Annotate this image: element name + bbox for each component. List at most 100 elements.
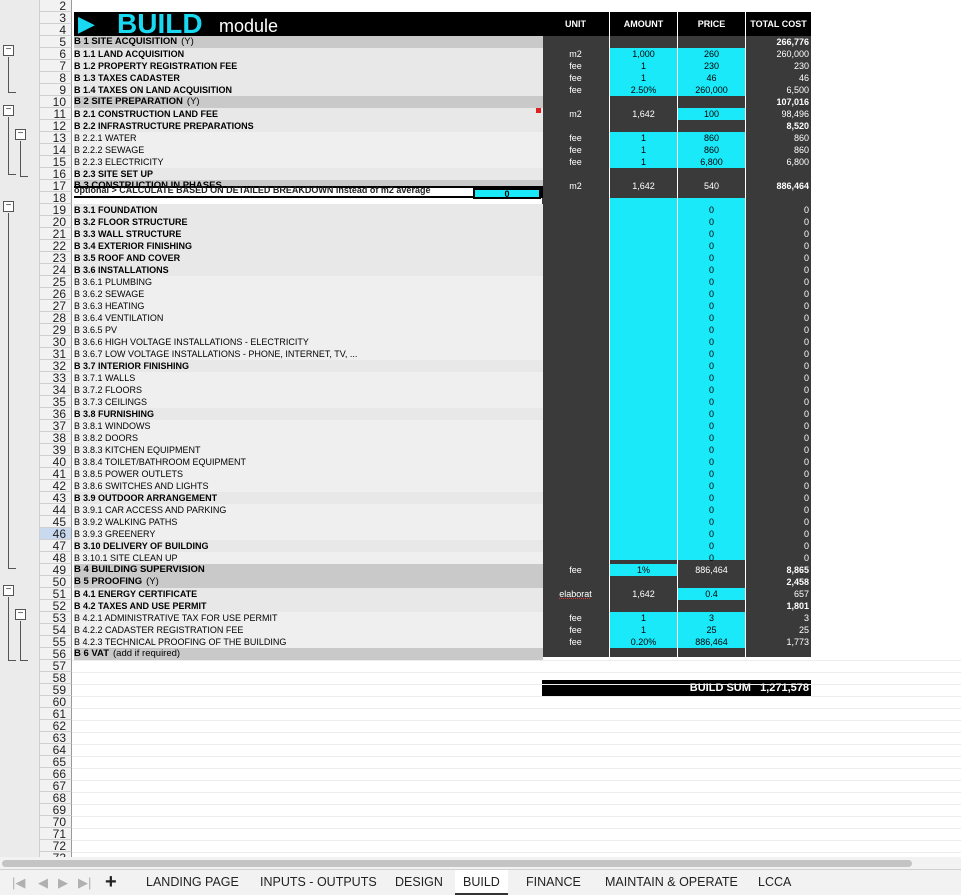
price-cell[interactable]: 0: [678, 408, 745, 420]
amount-cell[interactable]: 1: [610, 132, 677, 144]
row-label[interactable]: B 3.9.1 CAR ACCESS AND PARKING: [74, 504, 543, 516]
total-cell[interactable]: 3: [746, 612, 811, 624]
scrollbar-thumb[interactable]: [2, 860, 912, 867]
total-cell[interactable]: 6,500: [746, 84, 811, 96]
sheet-tab[interactable]: MAINTAIN & OPERATE: [597, 874, 746, 890]
total-cell[interactable]: 260,000: [746, 48, 811, 60]
sheet-tab[interactable]: BUILD: [455, 870, 508, 895]
collapse-group-button[interactable]: −: [3, 105, 14, 116]
total-cell[interactable]: 0: [746, 324, 811, 336]
unit-cell[interactable]: fee: [542, 132, 609, 144]
total-cell[interactable]: 0: [746, 516, 811, 528]
price-cell[interactable]: 0: [678, 444, 745, 456]
row-label[interactable]: B 3.6.5 PV: [74, 324, 543, 336]
unit-cell[interactable]: fee: [542, 624, 609, 636]
total-cell[interactable]: 886,464: [746, 180, 811, 192]
price-cell[interactable]: 25: [678, 624, 745, 636]
total-cell[interactable]: 0: [746, 312, 811, 324]
collapse-group-button[interactable]: −: [15, 609, 26, 620]
row-label[interactable]: B 3.9.2 WALKING PATHS: [74, 516, 543, 528]
row-label[interactable]: B 3.4 EXTERIOR FINISHING: [74, 240, 543, 252]
total-cell[interactable]: 98,496: [746, 108, 811, 120]
price-cell[interactable]: 0: [678, 252, 745, 264]
total-cell[interactable]: 0: [746, 468, 811, 480]
amount-cell[interactable]: 1: [610, 72, 677, 84]
row-header[interactable]: 7: [40, 60, 72, 72]
total-cell[interactable]: 8,865: [746, 564, 811, 576]
unit-cell[interactable]: m2: [542, 108, 609, 120]
total-cell[interactable]: 107,016: [746, 96, 811, 108]
total-cell[interactable]: 0: [746, 384, 811, 396]
row-label[interactable]: B 1.4 TAXES ON LAND ACQUISITION: [74, 84, 543, 96]
price-cell[interactable]: 0: [678, 360, 745, 372]
next-sheet-icon[interactable]: ▶: [58, 875, 68, 891]
price-cell[interactable]: 886,464: [678, 564, 745, 576]
row-label[interactable]: B 3.6.1 PLUMBING: [74, 276, 543, 288]
first-sheet-icon[interactable]: |◀: [12, 875, 25, 891]
price-cell[interactable]: 0: [678, 468, 745, 480]
sheet-tab[interactable]: DESIGN: [387, 874, 451, 890]
row-label[interactable]: B 3.7 INTERIOR FINISHING: [74, 360, 543, 372]
total-cell[interactable]: 0: [746, 444, 811, 456]
row-label[interactable]: B 3.1 FOUNDATION: [74, 204, 543, 216]
price-cell[interactable]: 0: [678, 276, 745, 288]
price-cell[interactable]: 0: [678, 504, 745, 516]
row-label[interactable]: B 3.10.1 SITE CLEAN UP: [74, 552, 543, 564]
total-cell[interactable]: 25: [746, 624, 811, 636]
row-label[interactable]: B 3.7.1 WALLS: [74, 372, 543, 384]
amount-cell[interactable]: 1: [610, 156, 677, 168]
unit-cell[interactable]: fee: [542, 156, 609, 168]
total-cell[interactable]: 0: [746, 372, 811, 384]
row-label[interactable]: B 2.2.3 ELECTRICITY: [74, 156, 543, 168]
row-label[interactable]: B 5 PROOFING (Y): [74, 576, 543, 588]
row-label[interactable]: B 3.6 INSTALLATIONS: [74, 264, 543, 276]
price-cell[interactable]: 0: [678, 384, 745, 396]
total-cell[interactable]: 1,773: [746, 636, 811, 648]
row-label[interactable]: B 3.3 WALL STRUCTURE: [74, 228, 543, 240]
row-label[interactable]: B 3.8.3 KITCHEN EQUIPMENT: [74, 444, 543, 456]
total-cell[interactable]: 8,520: [746, 120, 811, 132]
row-label[interactable]: B 3.7.3 CEILINGS: [74, 396, 543, 408]
price-cell[interactable]: 6,800: [678, 156, 745, 168]
row-label[interactable]: B 2.2 INFRASTRUCTURE PREPARATIONS: [74, 120, 543, 132]
row-label[interactable]: B 3.2 FLOOR STRUCTURE: [74, 216, 543, 228]
price-cell[interactable]: 46: [678, 72, 745, 84]
unit-cell[interactable]: fee: [542, 564, 609, 576]
row-header[interactable]: 8: [40, 72, 72, 84]
total-cell[interactable]: 0: [746, 432, 811, 444]
unit-cell[interactable]: m2: [542, 180, 609, 192]
row-label[interactable]: B 4.1 ENERGY CERTIFICATE: [74, 588, 543, 600]
amount-cell[interactable]: 1: [610, 60, 677, 72]
add-sheet-icon[interactable]: +: [105, 872, 117, 892]
row-label[interactable]: B 4 BUILDING SUPERVISION: [74, 564, 543, 576]
price-cell[interactable]: 0: [678, 552, 745, 564]
collapse-group-button[interactable]: −: [3, 45, 14, 56]
price-cell[interactable]: 0: [678, 348, 745, 360]
price-cell[interactable]: 860: [678, 144, 745, 156]
collapse-group-button[interactable]: −: [3, 585, 14, 596]
total-cell[interactable]: 0: [746, 492, 811, 504]
row-label[interactable]: B 6 VAT (add if required): [74, 648, 543, 660]
price-cell[interactable]: 0: [678, 300, 745, 312]
row-label[interactable]: B 3.6.4 VENTILATION: [74, 312, 543, 324]
row-label[interactable]: B 3.6.7 LOW VOLTAGE INSTALLATIONS - PHON…: [74, 348, 543, 360]
price-cell[interactable]: 886,464: [678, 636, 745, 648]
total-cell[interactable]: 0: [746, 540, 811, 552]
total-cell[interactable]: 2,458: [746, 576, 811, 588]
row-label[interactable]: B 1.3 TAXES CADASTER: [74, 72, 543, 84]
price-cell[interactable]: 0: [678, 480, 745, 492]
total-cell[interactable]: 860: [746, 132, 811, 144]
row-label[interactable]: B 2.2.1 WATER: [74, 132, 543, 144]
total-cell[interactable]: 0: [746, 360, 811, 372]
collapse-group-button[interactable]: −: [15, 129, 26, 140]
row-label[interactable]: B 3.8.2 DOORS: [74, 432, 543, 444]
total-cell[interactable]: 0: [746, 276, 811, 288]
row-label[interactable]: B 3.7.2 FLOORS: [74, 384, 543, 396]
total-cell[interactable]: 0: [746, 504, 811, 516]
unit-cell[interactable]: fee: [542, 60, 609, 72]
row-label[interactable]: B 1.1 LAND ACQUISITION: [74, 48, 543, 60]
row-label[interactable]: B 4.2 TAXES AND USE PERMIT: [74, 600, 543, 612]
price-cell[interactable]: 0: [678, 228, 745, 240]
price-cell[interactable]: 0: [678, 432, 745, 444]
price-cell[interactable]: 0: [678, 336, 745, 348]
